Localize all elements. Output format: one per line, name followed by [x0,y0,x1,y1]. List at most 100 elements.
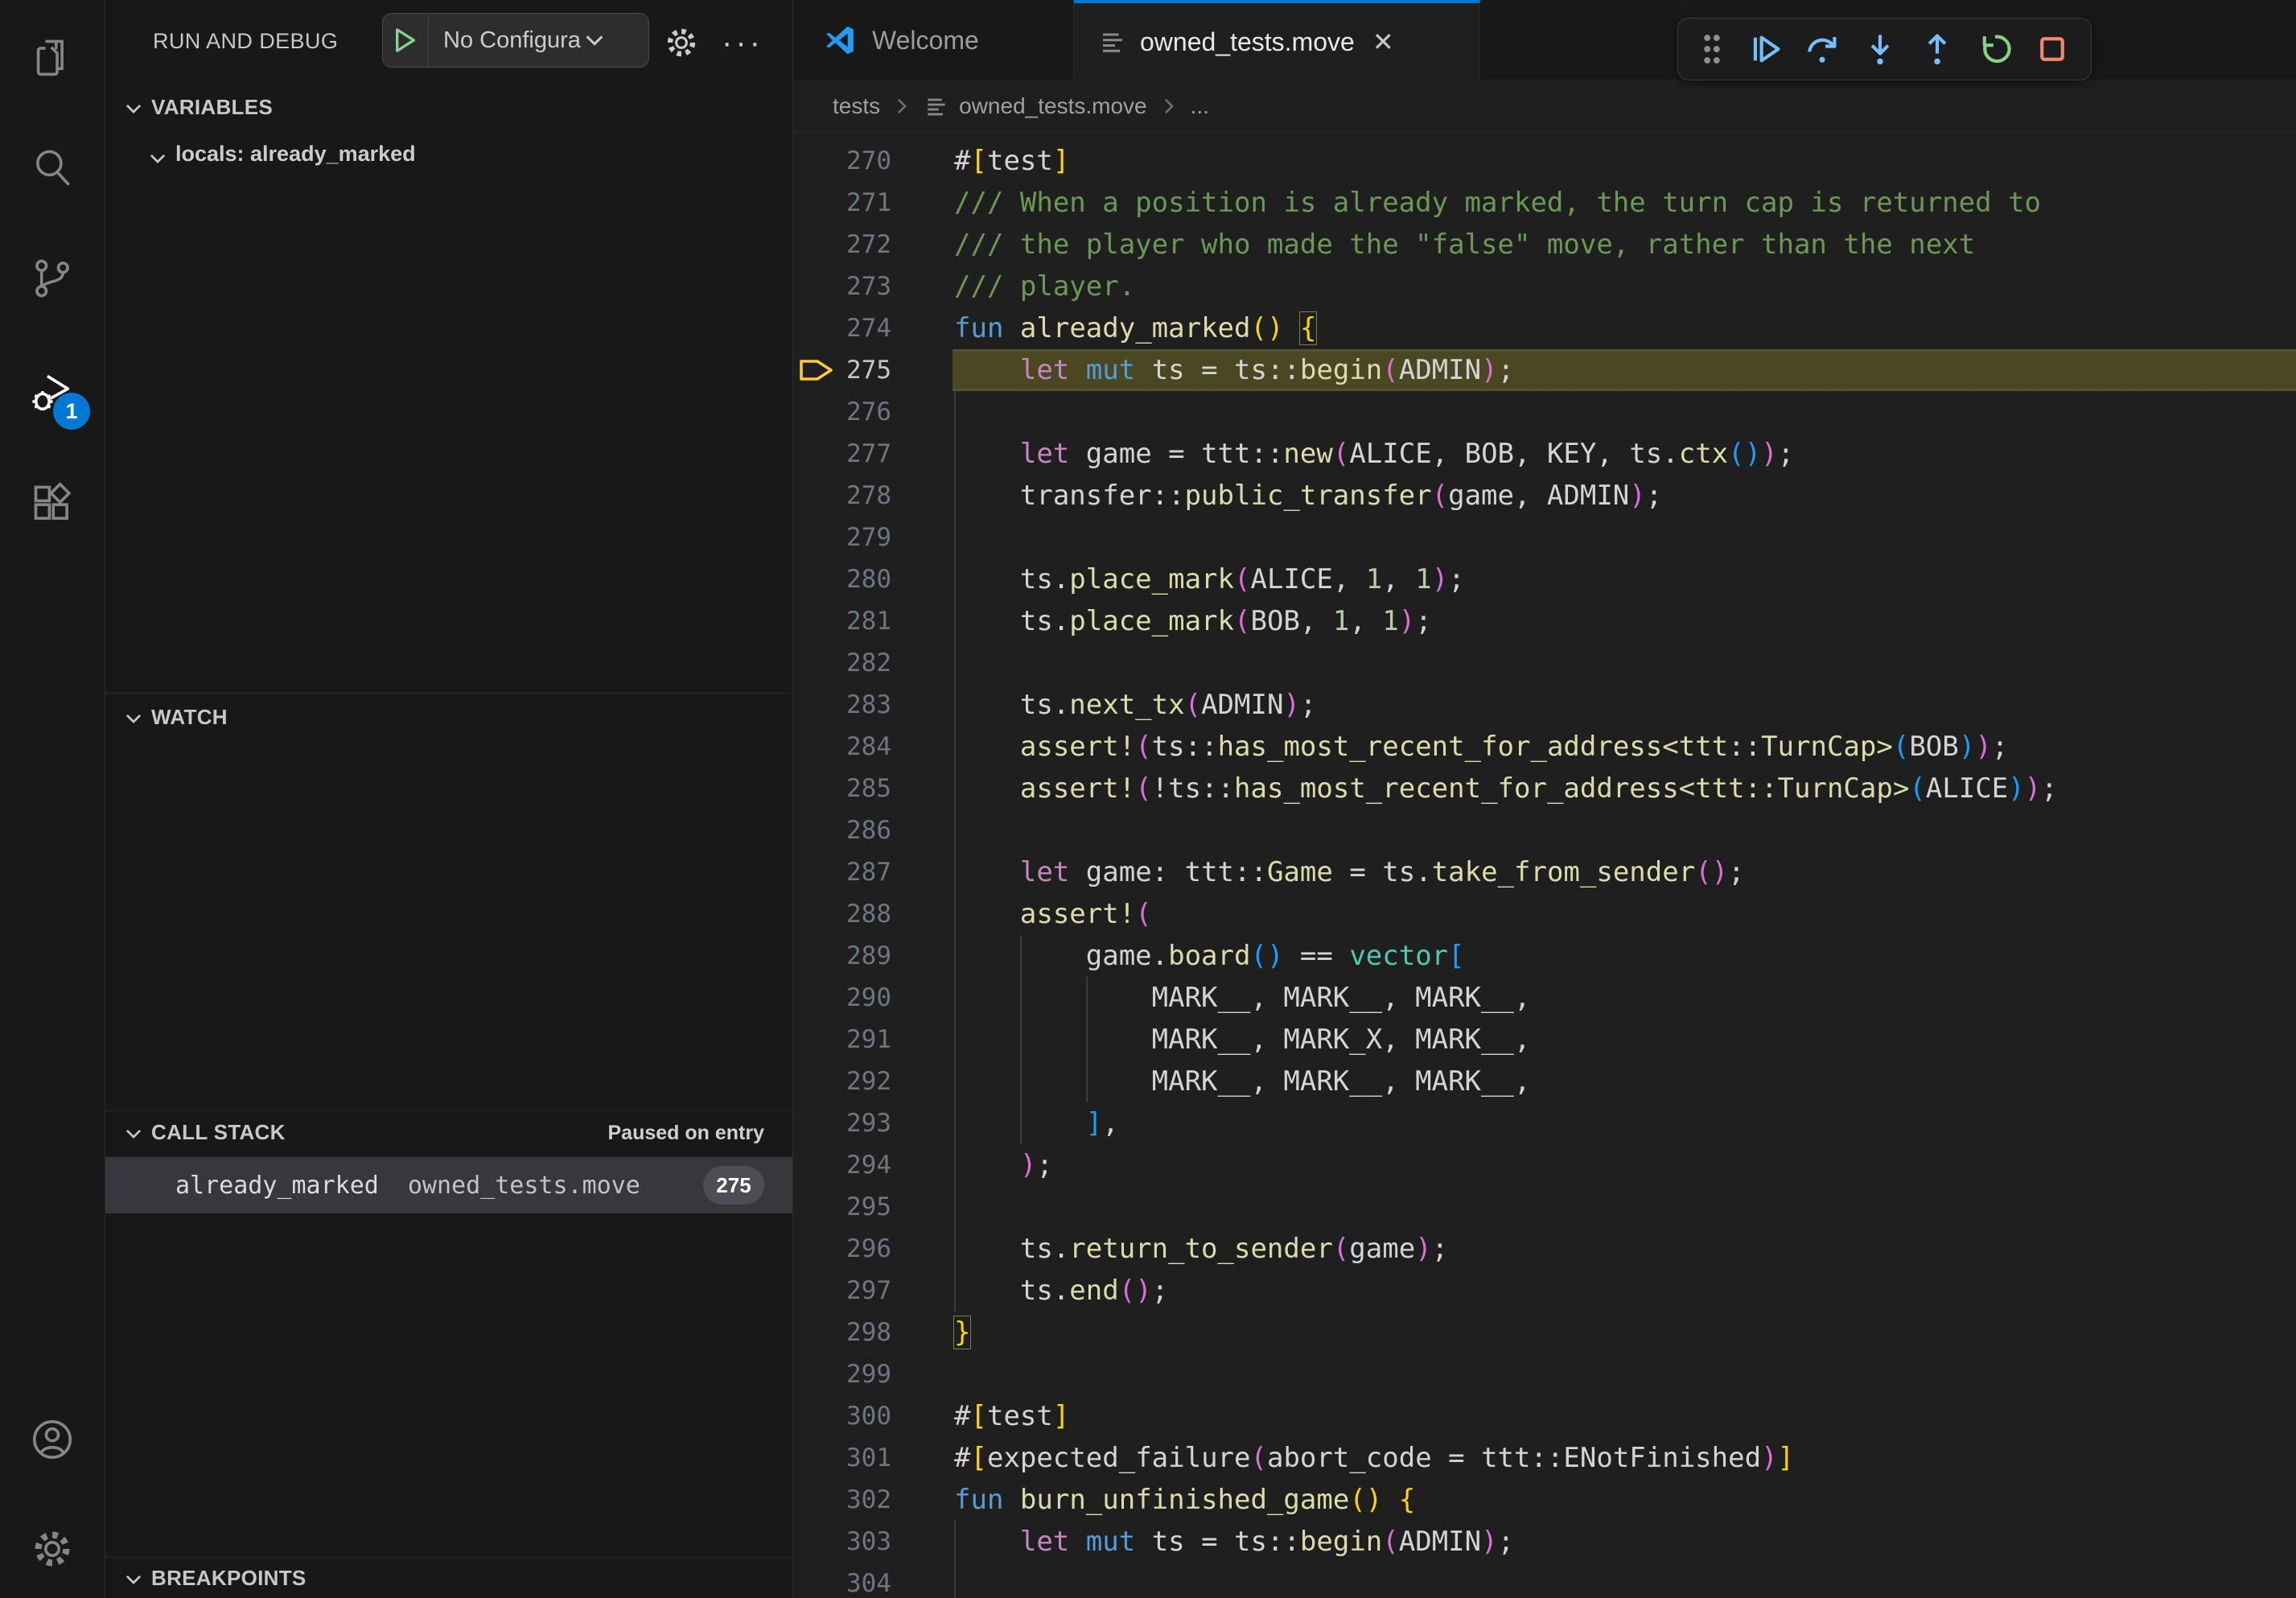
gutter[interactable]: 301 [793,1437,953,1479]
code-line[interactable]: 286 [793,809,2296,851]
debug-config-button[interactable]: No Configura [382,13,649,68]
watch-section-header[interactable]: WATCH [151,705,228,730]
line-number[interactable]: 296 [838,1228,953,1270]
code-line[interactable]: 276 [793,391,2296,433]
line-content[interactable]: MARK__, MARK__, MARK__, [953,1061,2296,1102]
restart-icon[interactable] [1976,26,2014,72]
gutter[interactable]: 304 [793,1563,953,1598]
line-content[interactable]: ); [953,1144,2296,1186]
gutter[interactable]: 288 [793,893,953,935]
more-actions-icon[interactable]: ··· [714,20,772,65]
line-number[interactable]: 272 [838,224,953,266]
code-line[interactable]: 271/// When a position is already marked… [793,182,2296,224]
line-content[interactable]: /// player. [953,266,2296,307]
call-stack-section-header[interactable]: CALL STACK [151,1120,286,1145]
toolbar-drag-handle[interactable] [1697,26,1726,72]
gutter[interactable]: 280 [793,558,953,600]
gutter[interactable]: 295 [793,1186,953,1228]
line-content[interactable]: let mut ts = ts::begin(ADMIN); [953,1521,2296,1563]
line-content[interactable]: assert!( [953,893,2296,935]
account-icon[interactable] [0,1399,105,1480]
gutter[interactable]: 283 [793,684,953,726]
gutter[interactable]: 276 [793,391,953,433]
explorer-icon[interactable] [0,18,105,98]
variables-section-header[interactable]: VARIABLES [151,95,273,120]
line-content[interactable]: ], [953,1102,2296,1144]
line-number[interactable]: 289 [838,935,953,977]
line-number[interactable]: 270 [838,140,953,182]
chevron-down-icon[interactable] [123,1123,144,1144]
line-content[interactable]: let mut ts = ts::begin(ADMIN); [953,349,2296,391]
code-line[interactable]: 290 MARK__, MARK__, MARK__, [793,977,2296,1019]
line-number[interactable]: 295 [838,1186,953,1228]
call-stack-frame-row[interactable]: already_marked owned_tests.move 275 [105,1157,792,1213]
variables-locals-scope[interactable]: locals: already_marked [175,142,416,167]
gutter[interactable]: 274 [793,307,953,349]
line-number[interactable]: 279 [838,517,953,558]
code-line[interactable]: 299 [793,1353,2296,1395]
gutter[interactable]: 279 [793,517,953,558]
line-content[interactable]: #[test] [953,140,2296,182]
line-number[interactable]: 303 [838,1521,953,1563]
gutter[interactable]: 277 [793,433,953,475]
line-content[interactable] [953,1186,2296,1228]
chevron-down-icon[interactable] [147,148,168,169]
breadcrumb-item-file[interactable]: owned_tests.move [959,93,1146,119]
line-content[interactable]: ts.place_mark(ALICE, 1, 1); [953,558,2296,600]
code-line[interactable]: 280 ts.place_mark(ALICE, 1, 1); [793,558,2296,600]
line-number[interactable]: 280 [838,558,953,600]
code-line[interactable]: 303 let mut ts = ts::begin(ADMIN); [793,1521,2296,1563]
code-line[interactable]: 297 ts.end(); [793,1270,2296,1312]
gutter[interactable]: 293 [793,1102,953,1144]
gutter[interactable]: 275 [793,349,953,391]
line-content[interactable]: let game = ttt::new(ALICE, BOB, KEY, ts.… [953,433,2296,475]
line-number[interactable]: 300 [838,1395,953,1437]
code-line[interactable]: 304 [793,1563,2296,1598]
gutter[interactable]: 290 [793,977,953,1019]
line-number[interactable]: 297 [838,1270,953,1312]
code-line[interactable]: 296 ts.return_to_sender(game); [793,1228,2296,1270]
line-content[interactable]: MARK__, MARK__, MARK__, [953,977,2296,1019]
start-debug-icon[interactable] [383,14,429,67]
gutter[interactable]: 284 [793,726,953,768]
code-line[interactable]: 274fun already_marked() { [793,307,2296,349]
code-line[interactable]: 283 ts.next_tx(ADMIN); [793,684,2296,726]
code-line[interactable]: 293 ], [793,1102,2296,1144]
gutter[interactable]: 300 [793,1395,953,1437]
line-content[interactable]: fun already_marked() { [953,307,2296,349]
source-control-icon[interactable] [0,238,105,319]
line-number[interactable]: 304 [838,1563,953,1598]
line-number[interactable]: 282 [838,642,953,684]
code-line[interactable]: 295 [793,1186,2296,1228]
stop-icon[interactable] [2033,26,2072,72]
gutter[interactable]: 303 [793,1521,953,1563]
code-editor[interactable]: 270#[test]271/// When a position is alre… [793,132,2296,1598]
line-number[interactable]: 273 [838,266,953,307]
step-out-icon[interactable] [1918,26,1957,72]
line-content[interactable]: } [953,1312,2296,1353]
line-content[interactable] [953,1353,2296,1395]
line-content[interactable] [953,391,2296,433]
line-number[interactable]: 298 [838,1312,953,1353]
gutter[interactable]: 285 [793,768,953,809]
chevron-down-icon[interactable] [123,708,144,729]
line-content[interactable]: ts.end(); [953,1270,2296,1312]
code-line[interactable]: 282 [793,642,2296,684]
gutter[interactable]: 292 [793,1061,953,1102]
gutter[interactable]: 271 [793,182,953,224]
line-number[interactable]: 301 [838,1437,953,1479]
code-line[interactable]: 288 assert!( [793,893,2296,935]
gutter[interactable]: 281 [793,600,953,642]
code-line[interactable]: 285 assert!(!ts::has_most_recent_for_add… [793,768,2296,809]
code-line[interactable]: 273/// player. [793,266,2296,307]
code-line[interactable]: 301#[expected_failure(abort_code = ttt::… [793,1437,2296,1479]
code-line[interactable]: 284 assert!(ts::has_most_recent_for_addr… [793,726,2296,768]
line-number[interactable]: 286 [838,809,953,851]
line-number[interactable]: 274 [838,307,953,349]
line-number[interactable]: 275 [838,349,953,391]
line-number[interactable]: 283 [838,684,953,726]
line-content[interactable] [953,642,2296,684]
line-number[interactable]: 277 [838,433,953,475]
code-line[interactable]: 272/// the player who made the "false" m… [793,224,2296,266]
line-content[interactable]: ts.place_mark(BOB, 1, 1); [953,600,2296,642]
